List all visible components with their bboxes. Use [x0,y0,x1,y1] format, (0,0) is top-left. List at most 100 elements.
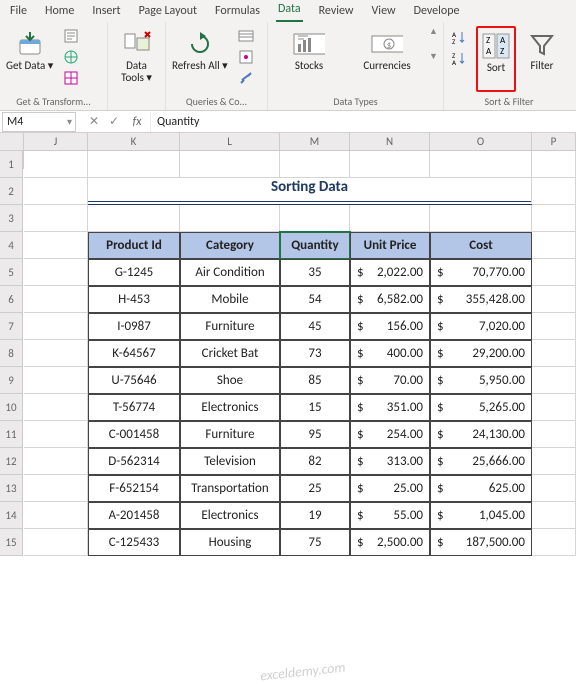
table-header[interactable]: Quantity [280,232,350,259]
col-header-L[interactable]: L [180,133,280,151]
table-cell[interactable]: $7,020.00 [430,313,532,340]
row-header[interactable]: 6 [0,286,23,313]
table-cell[interactable]: U-75646 [88,367,180,394]
grid[interactable]: JKLMNOP Sorting DataProduct IdCategoryQu… [24,133,576,556]
get-data-button[interactable]: Get Data ▾ [4,26,55,92]
table-cell[interactable]: Electronics [180,502,280,529]
table-cell[interactable]: $355,428.00 [430,286,532,313]
row-header[interactable]: 13 [0,475,23,502]
table-cell[interactable]: $400.00 [350,340,430,367]
sort-desc-button[interactable]: ZA [448,47,470,68]
table-cell[interactable]: Housing [180,529,280,556]
row-header[interactable]: 12 [0,448,23,475]
row-header[interactable]: 8 [0,340,23,367]
table-cell[interactable]: Furniture [180,421,280,448]
table-cell[interactable]: $5,950.00 [430,367,532,394]
types-down-icon[interactable]: ▼ [429,51,438,62]
row-header[interactable]: 15 [0,529,23,556]
types-up-icon[interactable]: ▲ [429,26,438,37]
table-cell[interactable]: $2,022.00 [350,259,430,286]
refresh-all-button[interactable]: Refresh All ▾ [170,26,230,92]
table-cell[interactable]: 25 [280,475,350,502]
table-cell[interactable]: $25,666.00 [430,448,532,475]
edit-links-button[interactable] [236,68,256,88]
table-cell[interactable]: $625.00 [430,475,532,502]
currencies-button[interactable]: $ Currencies [351,26,423,92]
tab-file[interactable]: File [8,2,29,22]
table-cell[interactable]: Electronics [180,394,280,421]
tab-insert[interactable]: Insert [90,2,122,22]
cancel-formula-button[interactable]: ✕ [84,112,104,132]
row-header[interactable]: 3 [0,205,23,232]
col-header-J[interactable]: J [24,133,88,151]
queries-connections-button[interactable] [236,26,256,46]
row-header[interactable]: 2 [0,178,23,205]
table-cell[interactable]: $156.00 [350,313,430,340]
tab-data[interactable]: Data [276,0,303,22]
table-header[interactable]: Unit Price [350,232,430,259]
table-cell[interactable]: Furniture [180,313,280,340]
tab-develope[interactable]: Develope [412,2,462,22]
table-cell[interactable]: $70.00 [350,367,430,394]
table-header[interactable]: Category [180,232,280,259]
table-cell[interactable]: Air Condition [180,259,280,286]
from-web-button[interactable] [61,47,81,67]
table-cell[interactable]: 82 [280,448,350,475]
table-cell[interactable]: $5,265.00 [430,394,532,421]
col-header-K[interactable]: K [88,133,180,151]
select-all[interactable] [0,133,24,151]
table-cell[interactable]: H-453 [88,286,180,313]
table-cell[interactable]: Mobile [180,286,280,313]
from-table-button[interactable] [61,68,81,88]
table-cell[interactable]: $351.00 [350,394,430,421]
enter-formula-button[interactable]: ✓ [104,112,124,132]
table-cell[interactable]: $313.00 [350,448,430,475]
table-cell[interactable]: I-0987 [88,313,180,340]
table-cell[interactable]: $2,500.00 [350,529,430,556]
tab-review[interactable]: Review [317,2,356,22]
table-cell[interactable]: $25.00 [350,475,430,502]
col-header-O[interactable]: O [430,133,532,151]
table-cell[interactable]: $55.00 [350,502,430,529]
table-cell[interactable]: $29,200.00 [430,340,532,367]
formula-input[interactable]: Quantity [150,112,576,132]
table-header[interactable]: Cost [430,232,532,259]
tab-view[interactable]: View [370,2,398,22]
table-cell[interactable]: D-562314 [88,448,180,475]
row-header[interactable]: 4 [0,232,23,259]
table-cell[interactable]: $24,130.00 [430,421,532,448]
table-cell[interactable]: Transportation [180,475,280,502]
row-header[interactable]: 7 [0,313,23,340]
col-header-M[interactable]: M [280,133,350,151]
table-cell[interactable]: 85 [280,367,350,394]
from-text-button[interactable] [61,26,81,46]
table-cell[interactable]: F-652154 [88,475,180,502]
table-cell[interactable]: Cricket Bat [180,340,280,367]
row-header[interactable]: 11 [0,421,23,448]
row-header[interactable]: 14 [0,502,23,529]
col-header-N[interactable]: N [350,133,430,151]
data-tools-button[interactable]: Data Tools ▾ [112,26,161,92]
table-cell[interactable]: K-64567 [88,340,180,367]
tab-page-layout[interactable]: Page Layout [137,2,199,22]
table-cell[interactable]: Television [180,448,280,475]
col-header-P[interactable]: P [532,133,576,151]
table-cell[interactable]: 95 [280,421,350,448]
sort-button[interactable]: ZAAZ Sort [476,26,516,92]
table-cell[interactable]: $187,500.00 [430,529,532,556]
sort-asc-button[interactable]: AZ [448,26,470,47]
table-cell[interactable]: 15 [280,394,350,421]
table-cell[interactable]: 75 [280,529,350,556]
tab-formulas[interactable]: Formulas [213,2,262,22]
table-cell[interactable]: $254.00 [350,421,430,448]
table-cell[interactable]: $1,045.00 [430,502,532,529]
table-cell[interactable]: 35 [280,259,350,286]
row-header[interactable]: 5 [0,259,23,286]
row-header[interactable]: 1 [0,151,23,178]
table-header[interactable]: Product Id [88,232,180,259]
name-box[interactable]: M4 [2,112,76,132]
table-cell[interactable]: C-125433 [88,529,180,556]
row-header[interactable]: 9 [0,367,23,394]
table-cell[interactable]: 19 [280,502,350,529]
filter-button[interactable]: Filter [522,26,562,92]
